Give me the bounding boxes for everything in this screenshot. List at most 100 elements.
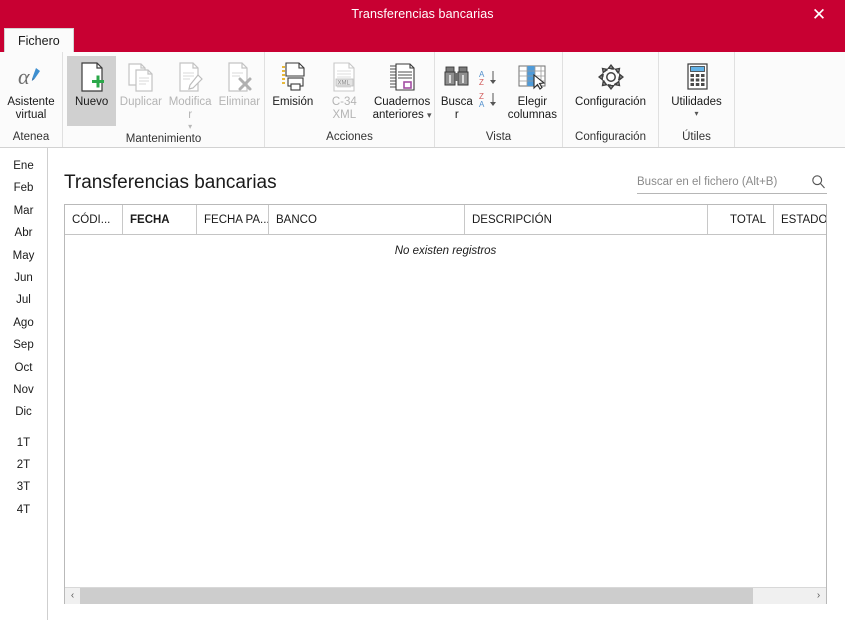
ribbon-button-asistente-virtual[interactable]: α Asistente virtual	[2, 56, 60, 126]
empty-state-message: No existen registros	[394, 245, 497, 257]
grid-column-banco[interactable]: BANCO	[269, 205, 465, 234]
ribbon-button-emision[interactable]: Emisión	[267, 56, 319, 126]
close-icon[interactable]: ✕	[801, 0, 837, 28]
ribbon-button-buscar[interactable]: Buscar	[437, 56, 477, 126]
tab-fichero[interactable]: Fichero	[4, 28, 74, 52]
document-pencil-icon	[175, 60, 205, 94]
choose-columns-icon	[516, 60, 548, 94]
ribbon-group-label-atenea: Atenea	[12, 131, 50, 143]
sidebar-item-4t[interactable]: 4T	[0, 499, 47, 521]
ribbon-button-label: Asistente virtual	[7, 96, 55, 121]
ribbon-button-duplicar[interactable]: Duplicar	[116, 56, 165, 126]
sidebar-item-oct[interactable]: Oct	[0, 357, 47, 379]
ribbon-group-configuracion: Configuración Configuración	[562, 52, 658, 147]
ribbon-tab-strip: Fichero	[0, 28, 845, 52]
ribbon-group-label-configuracion: Configuración	[575, 131, 646, 143]
print-list-icon	[278, 60, 308, 94]
grid-body: No existen registros	[65, 235, 826, 587]
grid-column-total[interactable]: TOTAL	[708, 205, 774, 234]
document-delete-icon	[224, 60, 254, 94]
ribbon-button-label: Modificar	[168, 96, 212, 121]
sidebar-item-abr[interactable]: Abr	[0, 222, 47, 244]
search-box[interactable]	[637, 174, 827, 194]
ribbon-button-eliminar[interactable]: Eliminar	[215, 56, 264, 126]
content-header: Transferencias bancarias	[64, 158, 827, 194]
grid-column-descripcion[interactable]: DESCRIPCIÓN	[465, 205, 708, 234]
new-document-plus-icon	[77, 60, 107, 94]
application-window: Transferencias bancarias ✕ Fichero α Asi…	[0, 0, 845, 620]
chevron-down-icon[interactable]: ▾	[188, 123, 192, 131]
sidebar-item-mar[interactable]: Mar	[0, 200, 47, 222]
sidebar-item-jul[interactable]: Jul	[0, 289, 47, 311]
sidebar-item-nov[interactable]: Nov	[0, 379, 47, 401]
sidebar-item-ene[interactable]: Ene	[0, 155, 47, 177]
ribbon-button-utilidades[interactable]: Utilidades ▾	[662, 56, 732, 126]
scroll-right-icon[interactable]: ›	[811, 587, 826, 604]
ribbon-button-label: Nuevo	[75, 96, 109, 108]
ribbon-button-elegir-columnas[interactable]: Elegir columnas	[503, 56, 562, 126]
window-title: Transferencias bancarias	[351, 7, 494, 21]
body-area: Ene Feb Mar Abr May Jun Jul Ago Sep Oct …	[0, 148, 845, 620]
sort-az-za-icon: A Z Z A	[478, 67, 502, 113]
ribbon-button-configuracion[interactable]: Configuración	[566, 56, 656, 126]
ribbon-group-utiles: Utilidades ▾ Útiles	[658, 52, 734, 147]
ribbon-button-modificar[interactable]: Modificar ▾	[166, 56, 215, 131]
grid-column-codigo[interactable]: CÓDI...	[65, 205, 123, 234]
ribbon-button-label: Cuadernos anteriores ▾	[372, 96, 432, 121]
search-icon[interactable]	[809, 174, 827, 189]
ribbon-button-cuadernos-anteriores[interactable]: Cuadernos anteriores ▾	[370, 56, 434, 126]
svg-text:α: α	[18, 64, 30, 89]
grid-column-fecha-pago[interactable]: FECHA PA...	[197, 205, 269, 234]
ribbon-button-label: Configuración	[575, 96, 646, 108]
sidebar-item-2t[interactable]: 2T	[0, 454, 47, 476]
sidebar-item-jun[interactable]: Jun	[0, 267, 47, 289]
svg-text:Z: Z	[479, 78, 484, 87]
scrollbar-track[interactable]	[80, 587, 811, 604]
ribbon-button-label: Utilidades	[671, 96, 722, 108]
svg-text:XML: XML	[338, 81, 351, 87]
ribbon-button-label: Eliminar	[218, 96, 261, 108]
title-bar: Transferencias bancarias ✕	[0, 0, 845, 28]
ribbon-toolbar: α Asistente virtual Atenea Nuevo Duplica…	[0, 52, 845, 148]
grid-column-estado[interactable]: ESTADO	[774, 205, 826, 234]
xml-document-icon: XML	[329, 60, 359, 94]
ribbon-group-mantenimiento: Nuevo Duplicar Modificar ▾ Eliminar Mant…	[62, 52, 264, 147]
content-panel: Transferencias bancarias CÓDI... FECHA	[48, 148, 845, 620]
scroll-left-icon[interactable]: ‹	[65, 587, 80, 604]
search-input[interactable]	[637, 175, 809, 188]
ribbon-group-label-utiles: Útiles	[682, 131, 711, 143]
grid-horizontal-scrollbar[interactable]: ‹ ›	[65, 587, 826, 604]
ribbon-group-acciones: Emisión XML C-34 XML Cuadernos anteriore…	[264, 52, 434, 147]
scrollbar-thumb[interactable]	[80, 587, 753, 604]
ribbon-group-label-vista: Vista	[485, 131, 512, 143]
ribbon-button-c34-xml[interactable]: XML C-34 XML	[319, 56, 371, 126]
content-bottom-padding	[64, 604, 827, 620]
calculator-icon	[682, 60, 712, 94]
ribbon-button-label: Emisión	[272, 96, 314, 108]
ribbon-button-nuevo[interactable]: Nuevo	[67, 56, 117, 126]
duplicate-documents-icon	[126, 60, 156, 94]
sidebar-item-ago[interactable]: Ago	[0, 312, 47, 334]
sidebar-item-feb[interactable]: Feb	[0, 177, 47, 199]
sidebar-item-dic[interactable]: Dic	[0, 401, 47, 423]
chevron-down-icon[interactable]: ▾	[427, 110, 432, 120]
ribbon-button-label: Duplicar	[119, 96, 162, 108]
ribbon-button-ordenar[interactable]: A Z Z A	[477, 56, 503, 118]
binoculars-icon	[442, 60, 472, 94]
chevron-down-icon[interactable]: ▾	[694, 110, 698, 118]
sidebar-item-1t[interactable]: 1T	[0, 432, 47, 454]
ribbon-group-label-acciones: Acciones	[326, 131, 373, 143]
gear-icon	[596, 60, 626, 94]
sidebar-item-may[interactable]: May	[0, 245, 47, 267]
sidebar-item-sep[interactable]: Sep	[0, 334, 47, 356]
ribbon-group-atenea: α Asistente virtual Atenea	[0, 52, 62, 147]
records-grid: CÓDI... FECHA FECHA PA... BANCO DESCRIPC…	[64, 204, 827, 604]
svg-text:A: A	[479, 100, 485, 109]
page-title: Transferencias bancarias	[64, 172, 277, 193]
period-sidebar: Ene Feb Mar Abr May Jun Jul Ago Sep Oct …	[0, 148, 48, 620]
sidebar-item-3t[interactable]: 3T	[0, 476, 47, 498]
grid-column-fecha[interactable]: FECHA	[123, 205, 197, 234]
grid-header-row: CÓDI... FECHA FECHA PA... BANCO DESCRIPC…	[65, 205, 826, 235]
documents-stack-icon	[386, 60, 418, 94]
ribbon-button-label: Elegir columnas	[507, 96, 557, 121]
